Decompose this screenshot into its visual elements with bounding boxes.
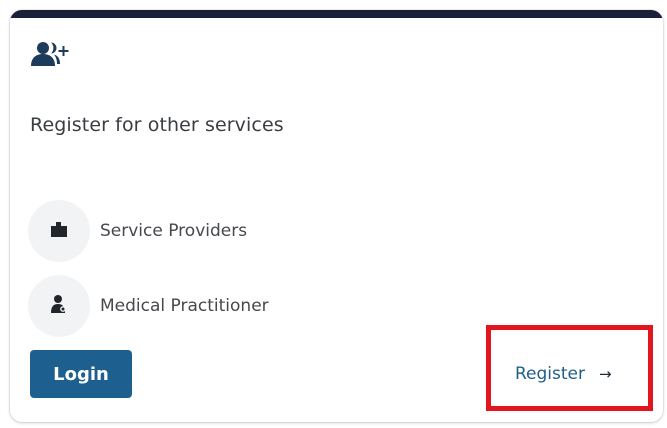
user-plus-icon <box>29 40 71 70</box>
service-item-service-providers[interactable]: Service Providers <box>28 200 247 262</box>
register-label: Register <box>515 364 585 384</box>
card-title: Register for other services <box>30 114 284 136</box>
card-top-bar <box>10 10 663 18</box>
login-button[interactable]: Login <box>30 350 132 398</box>
building-icon <box>50 220 68 242</box>
arrow-right-icon: → <box>599 365 612 383</box>
service-item-medical-practitioner[interactable]: Medical Practitioner <box>28 275 269 337</box>
service-label: Medical Practitioner <box>100 296 269 316</box>
doctor-icon <box>50 294 68 318</box>
service-label: Service Providers <box>100 221 248 241</box>
register-link[interactable]: Register → <box>515 360 612 388</box>
service-icon-circle <box>28 275 90 337</box>
service-icon-circle <box>28 200 90 262</box>
register-card: Register for other services Service Prov… <box>10 10 663 422</box>
